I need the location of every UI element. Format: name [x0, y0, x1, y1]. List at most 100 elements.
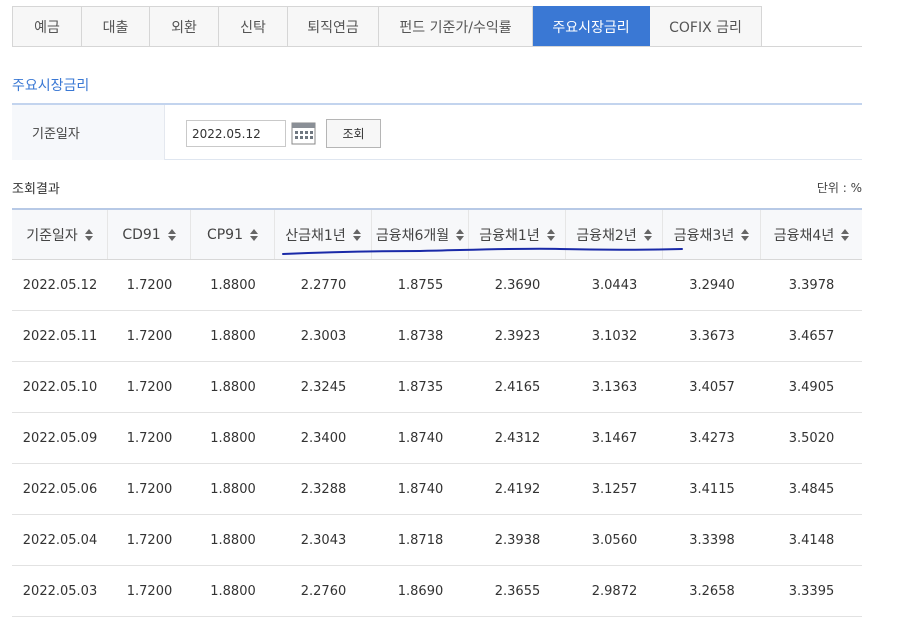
table-cell: 1.7200	[126, 430, 173, 446]
table-row: 2022.05.09 1.7200 1.8800 2.3400 1.8740 2.4312…	[12, 413, 862, 464]
tab-bar: 예금 대출 외환 신탁 퇴직연금 펀드 기준가/수익률 주요시장금리 COFIX 금리	[12, 6, 762, 47]
table-cell: 3.0560	[591, 532, 638, 548]
table-cell: 2022.05.06	[22, 481, 98, 497]
table-cell: 1.8800	[210, 277, 256, 293]
table-cell: 2022.05.10	[22, 379, 98, 395]
table-cell: 3.1257	[591, 481, 638, 497]
table-cell: 3.3395	[788, 583, 835, 599]
table-cell: 1.8690	[397, 583, 444, 599]
table-cell: 3.0443	[591, 277, 638, 293]
sort-icon[interactable]	[352, 228, 361, 241]
table-cell: 2.2760	[300, 583, 347, 599]
table-cell: 1.8800	[210, 532, 256, 548]
sort-icon[interactable]	[841, 228, 850, 241]
table-cell: 1.8735	[397, 379, 444, 395]
table-body: 2022.05.12 1.7200 1.8800 2.2770 1.8755 2.3690…	[12, 260, 862, 617]
sort-icon[interactable]	[546, 228, 555, 241]
table-cell: 2.4312	[494, 430, 541, 446]
tab-item[interactable]: 예금	[12, 6, 82, 47]
column-header[interactable]: 금융채1년	[469, 210, 566, 259]
column-header[interactable]: 금융채6개월	[372, 210, 469, 259]
table-cell: 1.7200	[126, 379, 173, 395]
sort-icon[interactable]	[84, 228, 93, 241]
table-header: 기준일자 CD91 CP91 산금채1년 금융채6개월 금융채1년 금융채2년 금융채3년 금융…	[12, 208, 862, 260]
column-header[interactable]: 산금채1년	[275, 210, 372, 259]
table-cell: 1.8755	[397, 277, 444, 293]
table-row: 2022.05.11 1.7200 1.8800 2.3003 1.8738 2.3923…	[12, 311, 862, 362]
column-header-label: 기준일자	[26, 227, 78, 244]
sort-icon[interactable]	[643, 228, 652, 241]
column-header[interactable]: 금융채4년	[761, 210, 862, 259]
table-cell: 3.1363	[591, 379, 638, 395]
table-cell: 1.8800	[210, 379, 256, 395]
column-header[interactable]: 금융채2년	[566, 210, 663, 259]
table-cell: 2.3690	[494, 277, 541, 293]
date-label: 기준일자	[12, 105, 165, 160]
column-header-label: 금융채6개월	[375, 227, 450, 244]
table-row: 2022.05.06 1.7200 1.8800 2.3288 1.8740 2.4192…	[12, 464, 862, 515]
table-cell: 2.3003	[300, 328, 347, 344]
column-header-label: 금융채1년	[479, 227, 540, 244]
table-cell: 2.3655	[494, 583, 541, 599]
tab-item[interactable]: COFIX 금리	[650, 6, 762, 47]
table-cell: 2.4192	[494, 481, 541, 497]
table-cell: 2.4165	[494, 379, 541, 395]
table-cell: 3.5020	[788, 430, 835, 446]
table-cell: 1.8800	[210, 481, 256, 497]
column-header-label: 금융채2년	[576, 227, 637, 244]
tab-item[interactable]: 대출	[82, 6, 150, 47]
column-header[interactable]: CD91	[108, 210, 191, 259]
column-header[interactable]: CP91	[191, 210, 275, 259]
table-cell: 2.9872	[591, 583, 638, 599]
tab-item[interactable]: 퇴직연금	[288, 6, 379, 47]
table-cell: 3.3673	[689, 328, 735, 344]
table-cell: 2.3043	[300, 532, 347, 548]
table-cell: 1.7200	[126, 277, 173, 293]
tab-item[interactable]: 주요시장금리	[533, 6, 650, 47]
table-cell: 3.4273	[689, 430, 735, 446]
column-header-label: 산금채1년	[285, 227, 346, 244]
table-cell: 2.3245	[300, 379, 347, 395]
table-row: 2022.05.12 1.7200 1.8800 2.2770 1.8755 2.3690…	[12, 260, 862, 311]
column-header-label: CP91	[206, 226, 244, 243]
table-cell: 1.7200	[126, 583, 173, 599]
sort-icon[interactable]	[456, 228, 465, 241]
tab-item[interactable]: 외환	[150, 6, 219, 47]
sort-icon[interactable]	[741, 228, 750, 241]
table-cell: 3.4115	[689, 481, 735, 497]
unit-label: 단위 : %	[816, 181, 862, 195]
table-cell: 1.7200	[126, 481, 173, 497]
rates-table: 기준일자 CD91 CP91 산금채1년 금융채6개월 금융채1년 금융채2년 금융채3년 금융…	[12, 208, 862, 617]
table-cell: 1.8800	[210, 583, 256, 599]
column-header[interactable]: 금융채3년	[663, 210, 761, 259]
tab-bar-divider	[12, 46, 862, 47]
search-button[interactable]: 조회	[326, 119, 381, 148]
table-cell: 2022.05.11	[22, 328, 98, 344]
table-cell: 3.2940	[689, 277, 735, 293]
table-cell: 2022.05.09	[22, 430, 98, 446]
date-input[interactable]	[186, 120, 286, 147]
sort-icon[interactable]	[250, 228, 259, 241]
table-cell: 3.4657	[788, 328, 835, 344]
section-title: 주요시장금리	[12, 78, 90, 94]
table-cell: 2022.05.03	[22, 583, 98, 599]
table-cell: 2.3400	[300, 430, 347, 446]
table-cell: 3.4057	[689, 379, 735, 395]
tab-item[interactable]: 펀드 기준가/수익률	[379, 6, 533, 47]
column-header-label: 금융채3년	[673, 227, 735, 244]
sort-icon[interactable]	[167, 228, 176, 241]
calendar-icon[interactable]	[291, 120, 316, 146]
tab-item[interactable]: 신탁	[219, 6, 288, 47]
table-cell: 2022.05.12	[22, 277, 98, 293]
table-row: 2022.05.04 1.7200 1.8800 2.3043 1.8718 2.3938…	[12, 515, 862, 566]
table-cell: 3.4905	[788, 379, 835, 395]
table-cell: 3.1467	[591, 430, 638, 446]
table-cell: 2.2770	[300, 277, 347, 293]
column-header[interactable]: 기준일자	[12, 210, 108, 259]
table-cell: 1.7200	[126, 532, 173, 548]
table-cell: 2.3288	[300, 481, 347, 497]
table-cell: 3.1032	[591, 328, 638, 344]
search-panel: 기준일자 조회	[12, 103, 862, 160]
column-header-label: 금융채4년	[773, 227, 835, 244]
table-cell: 1.8800	[210, 430, 256, 446]
